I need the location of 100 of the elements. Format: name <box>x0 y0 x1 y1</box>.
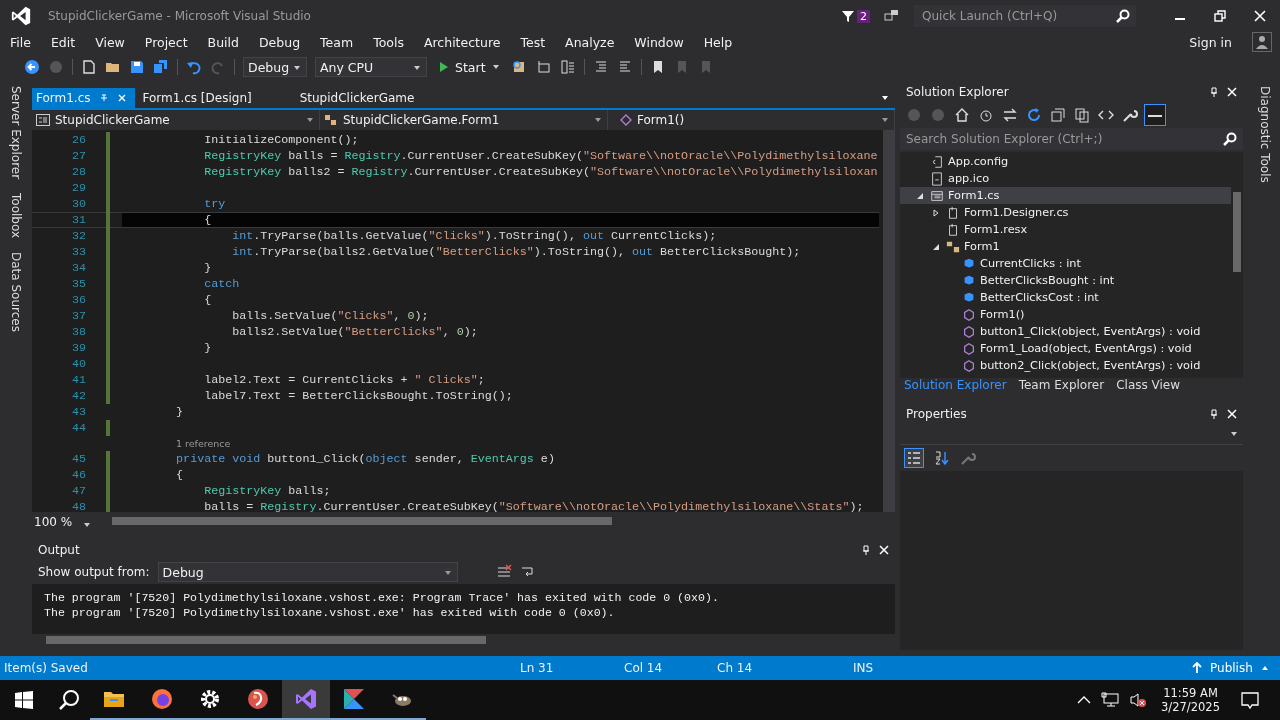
tree-item[interactable]: Form1_Load(object, EventArgs) : void <box>900 340 1231 357</box>
user-avatar-icon[interactable] <box>1252 32 1272 52</box>
panel-title: Solution Explorer <box>906 85 1009 99</box>
chevron-up-icon[interactable] <box>1077 695 1092 705</box>
tree-item[interactable]: App.config <box>900 153 1231 170</box>
menu-item[interactable]: Team <box>320 34 354 50</box>
method-icon <box>962 324 976 339</box>
output-line: The program '[7520] Polydimethylsiloxane.vshost.exe' has exited with code 0 (0x0). <box>44 605 616 620</box>
muted-speaker-icon[interactable] <box>1129 692 1148 708</box>
filter-icon[interactable] <box>841 9 855 23</box>
clear-all-icon[interactable] <box>495 564 512 580</box>
restore-icon[interactable] <box>1214 10 1226 22</box>
menu-item[interactable]: Edit <box>50 34 76 50</box>
pin-icon[interactable] <box>1209 87 1219 97</box>
line-number: 30 <box>70 197 86 211</box>
image-file-icon <box>930 171 944 186</box>
menu-item[interactable]: View <box>95 34 125 50</box>
tree-item[interactable]: Form1() <box>900 306 1231 323</box>
menu-item[interactable]: File <box>10 34 31 50</box>
zoom-dropdown[interactable]: 100 % <box>32 515 96 529</box>
panels-icon[interactable] <box>559 59 576 75</box>
tree-item[interactable]: Form1.cs <box>900 187 1231 204</box>
menu-item[interactable]: Analyze <box>565 34 615 50</box>
side-tab[interactable]: Server Explorer <box>9 86 23 180</box>
close-icon[interactable] <box>1227 87 1237 97</box>
tree-item[interactable]: CurrentClicks : int <box>900 255 1231 272</box>
expanded-arrow-icon[interactable] <box>916 191 924 200</box>
back-icon[interactable] <box>24 59 40 75</box>
menu-item[interactable]: Project <box>144 34 188 50</box>
tree-item[interactable]: Form1.Designer.cs <box>900 204 1231 221</box>
platform-dropdown[interactable]: Any CPU <box>315 57 427 77</box>
save-all-icon[interactable] <box>153 59 169 75</box>
tree-item[interactable]: Form1.resx <box>900 221 1231 238</box>
tree-item[interactable]: BetterClicksCost : int <box>900 289 1231 306</box>
pin-icon[interactable] <box>1209 409 1219 419</box>
tree-item[interactable]: button1_Click(object, EventArgs) : void <box>900 323 1231 340</box>
menu-item[interactable]: Window <box>634 34 684 50</box>
undo-icon[interactable] <box>186 59 202 75</box>
network-icon[interactable] <box>1101 692 1120 708</box>
tree-item[interactable]: button2_Click(object, EventArgs) : void <box>900 357 1231 374</box>
tree-item[interactable]: BetterClicksBought : int <box>900 272 1231 289</box>
expanded-arrow-icon[interactable] <box>932 242 940 251</box>
tree-item[interactable]: app.ico <box>900 170 1231 187</box>
caret-icon <box>293 64 301 72</box>
scrollbar-thumb[interactable] <box>1233 192 1241 272</box>
scrollbar-thumb[interactable] <box>46 636 486 644</box>
output-source-dropdown[interactable]: Debug <box>157 562 458 582</box>
menu-item[interactable]: Build <box>207 34 239 50</box>
history-icon[interactable] <box>978 107 994 123</box>
panel-tab[interactable]: Solution Explorer <box>904 378 1007 396</box>
categorized-icon[interactable] <box>904 448 924 468</box>
collapsed-arrow-icon[interactable] <box>932 208 940 217</box>
panel-tab[interactable]: Team Explorer <box>1018 378 1105 396</box>
code-line: catch <box>203 277 240 291</box>
start-icon[interactable] <box>14 690 34 710</box>
clock-time[interactable]: 11:59 AM <box>1163 686 1218 700</box>
close-icon[interactable] <box>1254 10 1266 22</box>
document-tab[interactable]: StupidClickerGame <box>295 88 423 108</box>
sign-in-link[interactable]: Sign in <box>1189 34 1232 50</box>
home-icon[interactable] <box>954 107 970 123</box>
publish-button[interactable]: Publish <box>1186 660 1275 676</box>
new-project-icon[interactable] <box>81 59 97 75</box>
menu-item[interactable]: Test <box>520 34 546 50</box>
scrollbar-thumb[interactable] <box>112 517 612 525</box>
close-icon[interactable] <box>879 545 889 555</box>
menu-item[interactable]: Tools <box>373 34 404 50</box>
wrench-icon[interactable] <box>1122 107 1138 123</box>
refresh-icon[interactable] <box>1026 107 1042 123</box>
configuration-dropdown[interactable]: Debug <box>243 57 307 77</box>
side-tab[interactable]: Data Sources <box>9 252 23 333</box>
document-tab[interactable]: Form1.cs [Design] <box>134 88 260 108</box>
class-icon <box>324 114 338 126</box>
notification-badge[interactable]: 2 <box>857 9 870 23</box>
search-icon[interactable] <box>58 689 80 711</box>
pin-icon[interactable] <box>861 545 871 555</box>
show-all-files-icon[interactable] <box>1074 107 1090 123</box>
references-codelens[interactable]: 1 reference <box>176 438 231 449</box>
sync-icon[interactable] <box>1002 107 1018 123</box>
preview-icon[interactable] <box>1144 104 1166 126</box>
search-field[interactable]: Search Solution Explorer (Ctrl+;) <box>900 128 1243 150</box>
line-number: 26 <box>70 133 86 147</box>
menu-item[interactable]: Help <box>703 34 733 50</box>
close-icon[interactable] <box>1227 409 1237 419</box>
clock-date[interactable]: 3/27/2025 <box>1161 700 1220 714</box>
start-button[interactable]: Start <box>435 59 504 75</box>
tab-list-dropdown-icon[interactable] <box>881 94 889 102</box>
collapse-all-icon[interactable] <box>1050 107 1066 123</box>
side-tab[interactable]: Toolbox <box>9 193 23 239</box>
line-number: 35 <box>70 277 86 291</box>
save-icon[interactable] <box>129 59 145 75</box>
panel-tab[interactable]: Class View <box>1116 378 1181 396</box>
menu-item[interactable]: Architecture <box>423 34 501 50</box>
quick-launch-field[interactable]: Quick Launch (Ctrl+Q) <box>914 5 1136 27</box>
feedback-icon[interactable] <box>884 8 900 24</box>
side-tab[interactable]: Diagnostic Tools <box>1258 86 1272 183</box>
notification-icon[interactable] <box>1240 690 1260 710</box>
line-number: 47 <box>70 484 86 498</box>
alphabetical-icon[interactable] <box>934 450 950 466</box>
tree-item[interactable]: Form1 <box>900 238 1231 255</box>
menu-item[interactable]: Debug <box>259 34 301 50</box>
